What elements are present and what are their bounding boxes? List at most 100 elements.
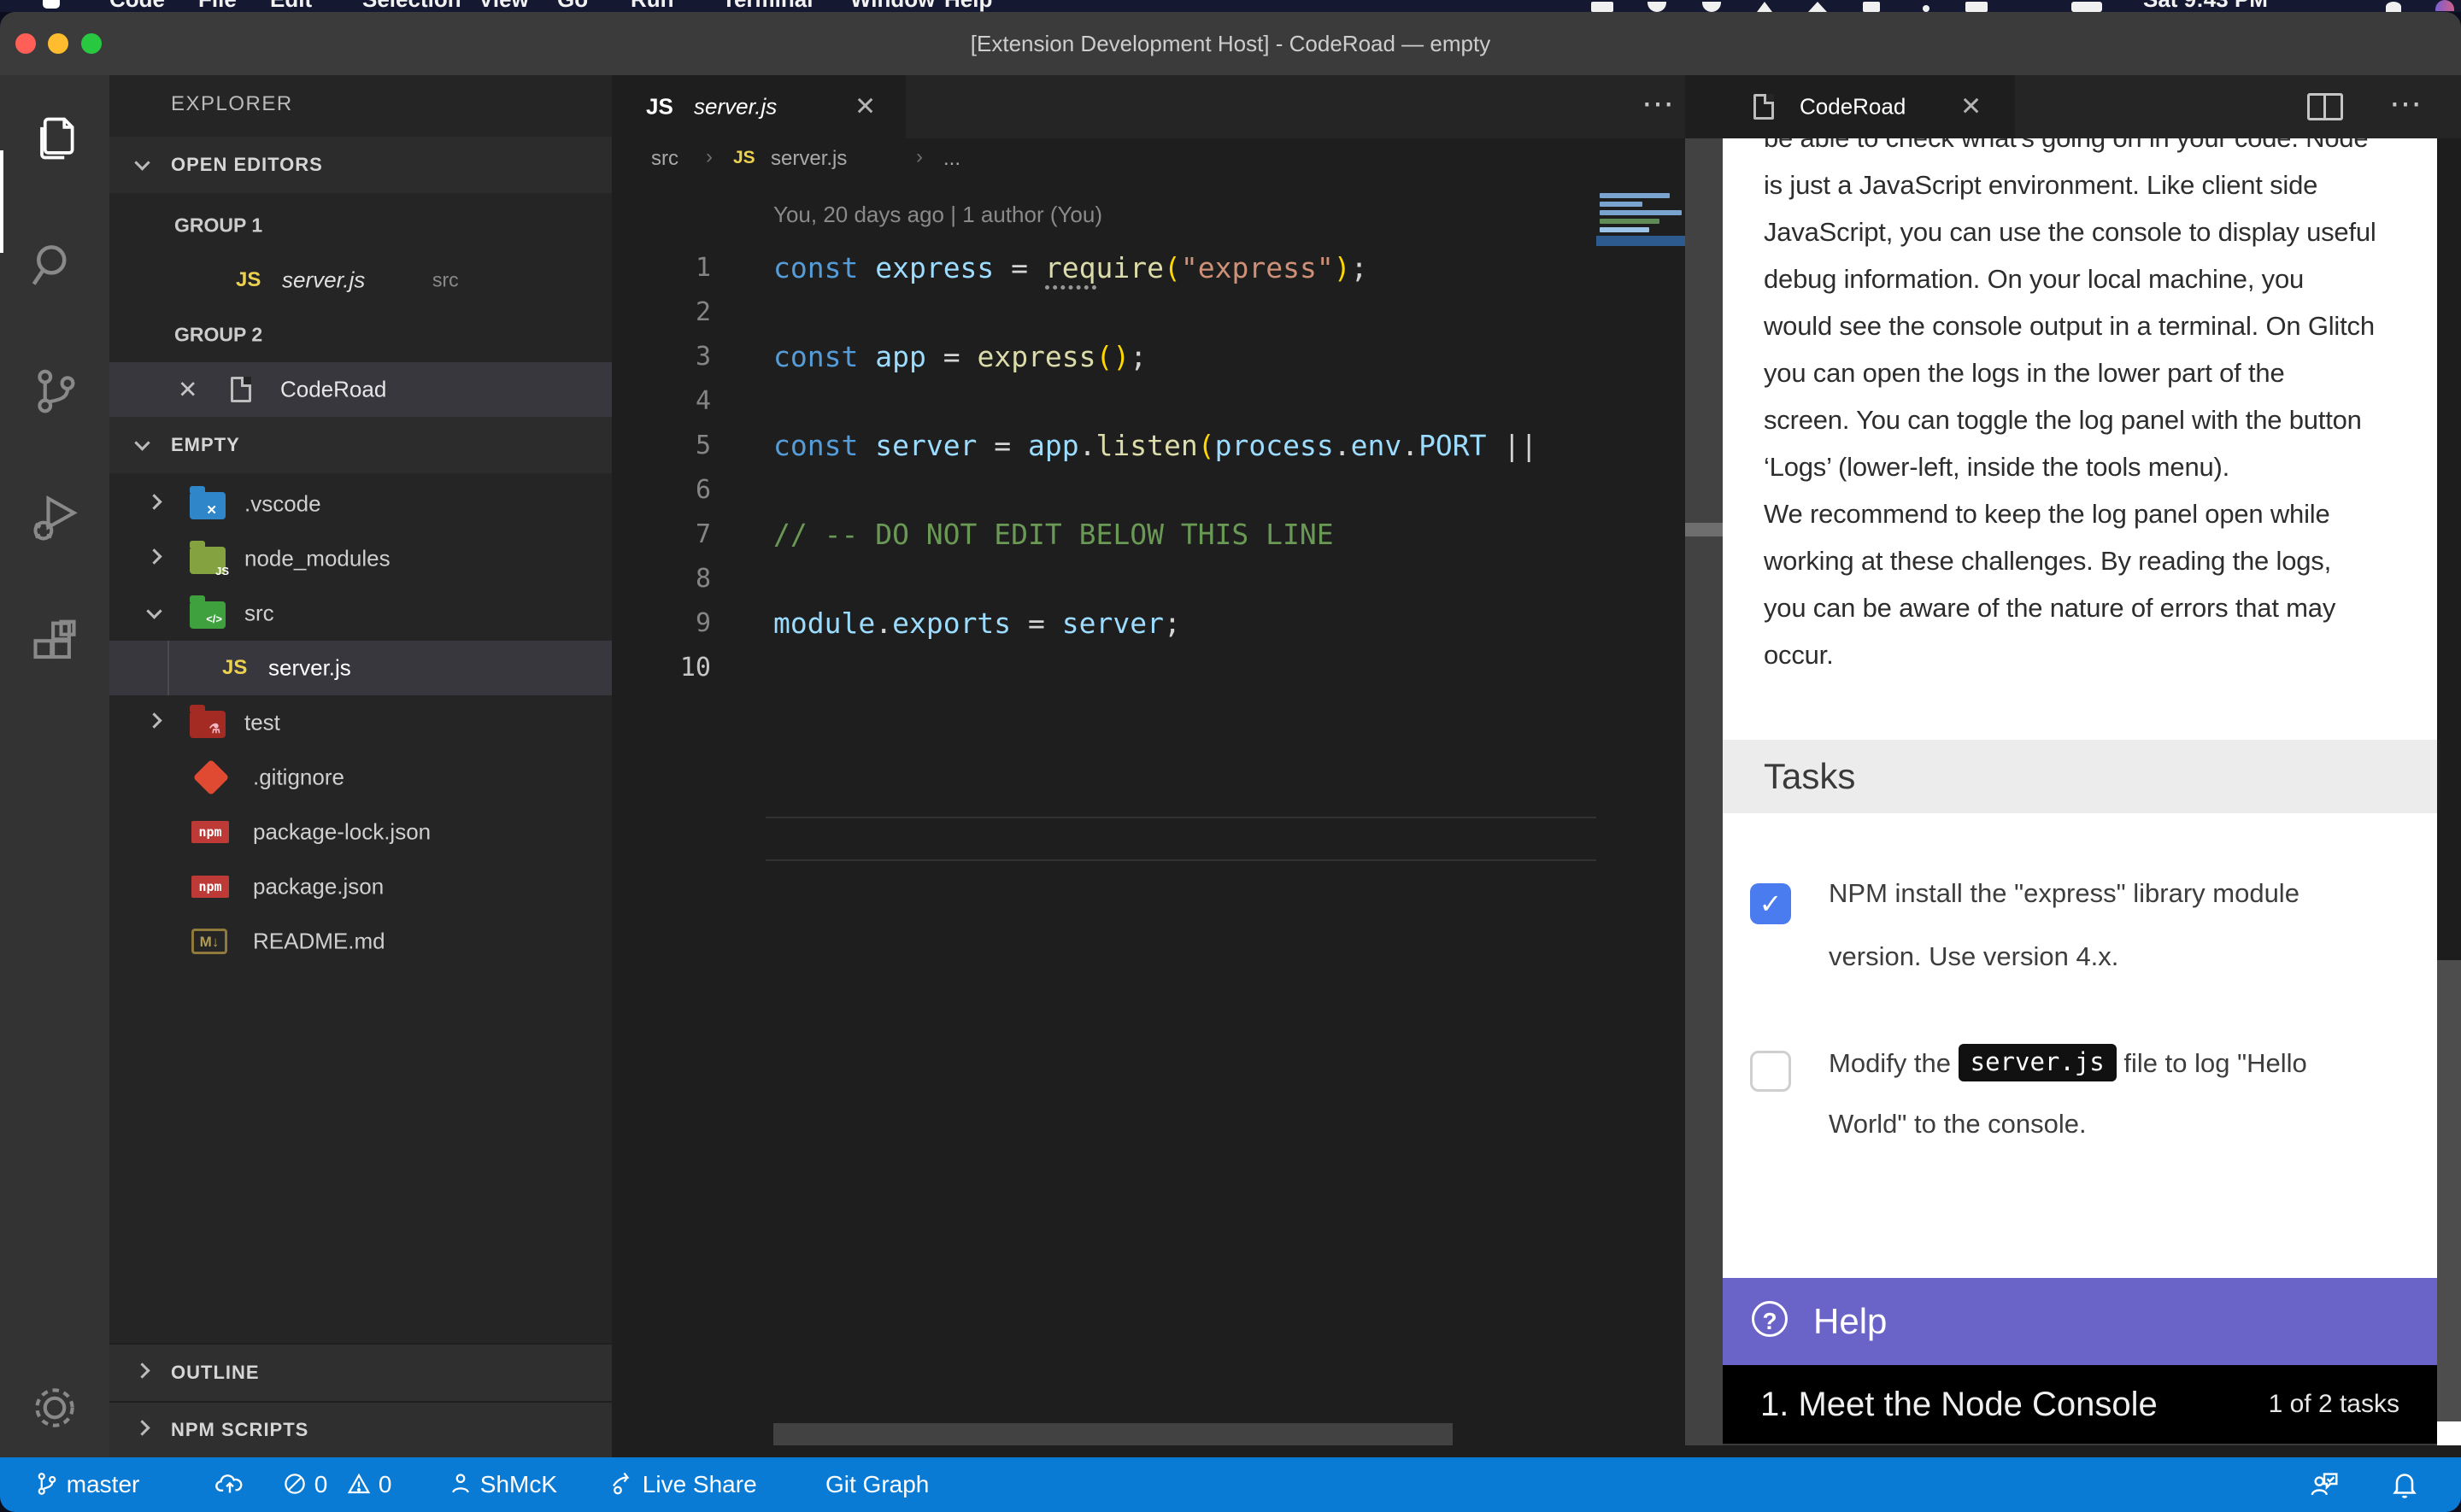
active-view-indicator [0, 150, 3, 253]
branch-status-item[interactable]: master [34, 1457, 139, 1512]
tree-item-src[interactable]: </> src [109, 586, 612, 641]
tasks-heading: Tasks [1764, 740, 1855, 813]
code-token: uire [1096, 251, 1164, 284]
tray-triangle-icon[interactable] [1808, 2, 1827, 12]
tree-item-package-json[interactable]: npm package.json [109, 859, 612, 914]
menu-help[interactable]: Help [944, 0, 992, 12]
close-tab-icon[interactable]: ✕ [855, 92, 876, 122]
menu-selection[interactable]: Selection [362, 0, 461, 12]
code-line: const server = app.listen(process.env.PO… [773, 424, 1596, 468]
git-blame-annotation[interactable]: You, 20 days ago | 1 author (You) [773, 202, 1102, 228]
line-number: 7 [612, 513, 711, 557]
code-token: ; [1351, 251, 1368, 284]
tab-serverjs[interactable]: JS server.js ✕ [612, 75, 906, 138]
webview-scrollbar-thumb[interactable] [2437, 138, 2461, 960]
live-share-status-item[interactable]: Live Share [608, 1457, 757, 1512]
dot-icon[interactable] [1923, 5, 1929, 12]
menu-edit[interactable]: Edit [270, 0, 312, 12]
search-icon[interactable] [29, 239, 80, 290]
task1-checkbox[interactable]: ✓ [1750, 883, 1791, 924]
code-editor[interactable]: You, 20 days ago | 1 author (You) 1 2 3 … [612, 183, 1596, 1445]
task2-checkbox[interactable] [1750, 1051, 1791, 1092]
menu-file[interactable]: File [198, 0, 237, 12]
test-folder-icon: ⚗ [190, 711, 226, 738]
code-token: server [875, 429, 994, 462]
menu-run[interactable]: Run [631, 0, 674, 12]
shield-icon[interactable] [1702, 2, 1721, 12]
tree-item-package-lock[interactable]: npm package-lock.json [109, 805, 612, 859]
feedback-status-item[interactable] [2307, 1457, 2341, 1512]
tree-item-vscode[interactable]: ✕ .vscode [109, 477, 612, 531]
tree-item-serverjs[interactable]: JS server.js [109, 641, 612, 695]
tab-coderoad[interactable]: CodeRoad ✕ [1723, 75, 2015, 138]
horizontal-scrollbar-thumb[interactable] [773, 1423, 1453, 1445]
breadcrumb-folder[interactable]: src [651, 147, 678, 171]
lesson-text: We recommend to keep the log panel open … [1764, 499, 2330, 530]
tree-item-gitignore[interactable]: .gitignore [109, 750, 612, 805]
chevron-right-icon [146, 494, 162, 509]
apple-logo-icon[interactable] [43, 0, 60, 9]
minimap-slider[interactable] [1596, 236, 1685, 246]
settings-gear-icon[interactable] [29, 1382, 80, 1433]
tray-icon[interactable] [1591, 2, 1613, 12]
tree-item-readme[interactable]: M↓ README.md [109, 914, 612, 969]
title-bar[interactable]: [Extension Development Host] - CodeRoad … [0, 12, 2461, 75]
siri-icon[interactable] [2435, 0, 2454, 11]
editor-more-actions[interactable]: ⋯ [1628, 75, 1688, 138]
extensions-icon[interactable] [29, 618, 80, 670]
source-control-icon[interactable] [29, 366, 80, 417]
tree-item-test[interactable]: ⚗ test [109, 695, 612, 750]
open-editors-header[interactable]: OPEN EDITORS [109, 137, 612, 193]
menu-view[interactable]: View [479, 0, 529, 12]
line-number: 2 [612, 290, 711, 335]
line-number: 3 [612, 335, 711, 379]
split-editor-icon[interactable] [2307, 93, 2343, 120]
close-tab-icon[interactable]: ✕ [1960, 92, 1982, 122]
explorer-icon[interactable] [29, 113, 80, 164]
publish-status-item[interactable] [215, 1457, 244, 1512]
pencil-icon[interactable] [1863, 2, 1880, 12]
open-editor-serverjs[interactable]: JS server.js src [109, 253, 612, 308]
code-token: const [773, 429, 875, 462]
git-graph-status-item[interactable]: Git Graph [825, 1457, 929, 1512]
sidebar-title: EXPLORER [171, 92, 293, 116]
code-token: listen [1096, 429, 1198, 462]
run-debug-icon[interactable] [29, 492, 80, 543]
lesson-text: you can be aware of the nature of errors… [1764, 593, 2335, 624]
coderoad-webview: be able to check what's going on in your… [1723, 138, 2437, 1445]
npm-scripts-header[interactable]: NPM SCRIPTS [109, 1401, 612, 1457]
cloud-upload-icon [215, 1471, 244, 1497]
menu-window[interactable]: Window [850, 0, 935, 12]
lesson-text: ‘Logs’ (lower-left, inside the tools men… [1764, 452, 2229, 483]
code-token: app [1028, 429, 1079, 462]
webview-more-actions[interactable]: ⋯ [2376, 75, 2435, 138]
help-bar[interactable]: ? Help [1723, 1278, 2437, 1365]
minimap[interactable] [1596, 183, 1685, 1445]
menu-clock[interactable]: Sat 9:43 PM [2143, 0, 2268, 12]
editor-overview-ruler[interactable] [1685, 138, 1723, 1445]
cursor-icon[interactable] [1757, 2, 1772, 12]
tree-item-node-modules[interactable]: JS node_modules [109, 531, 612, 586]
close-icon[interactable]: ✕ [178, 376, 197, 404]
notifications-status-item[interactable] [2389, 1457, 2420, 1512]
window-title: [Extension Development Host] - CodeRoad … [0, 12, 2461, 75]
lesson-footer[interactable]: 1. Meet the Node Console 1 of 2 tasks [1723, 1365, 2437, 1444]
outline-header[interactable]: OUTLINE [109, 1343, 612, 1401]
volume-icon[interactable] [1965, 2, 1988, 12]
breadcrumb-symbol[interactable]: ... [943, 147, 960, 171]
menu-terminal[interactable]: Terminal [722, 0, 813, 12]
open-editor-coderoad[interactable]: ✕ CodeRoad [109, 362, 612, 417]
problems-status-item[interactable]: 0 0 [282, 1457, 392, 1512]
node-modules-folder-icon: JS [190, 547, 226, 574]
menu-code[interactable]: Code [109, 0, 165, 12]
account-status-item[interactable]: ShMcK [448, 1457, 557, 1512]
menu-go[interactable]: Go [557, 0, 588, 12]
shield-icon[interactable] [1648, 2, 1666, 12]
battery-icon[interactable] [2071, 2, 2102, 12]
spotlight-icon[interactable] [2386, 2, 2401, 12]
code-token: app [875, 340, 943, 373]
scrollbar-handle[interactable] [1685, 523, 1723, 536]
breadcrumb-file[interactable]: server.js [771, 147, 847, 171]
webview-scrollbar-track[interactable] [2437, 960, 2461, 1445]
folder-section-header[interactable]: EMPTY [109, 417, 612, 473]
